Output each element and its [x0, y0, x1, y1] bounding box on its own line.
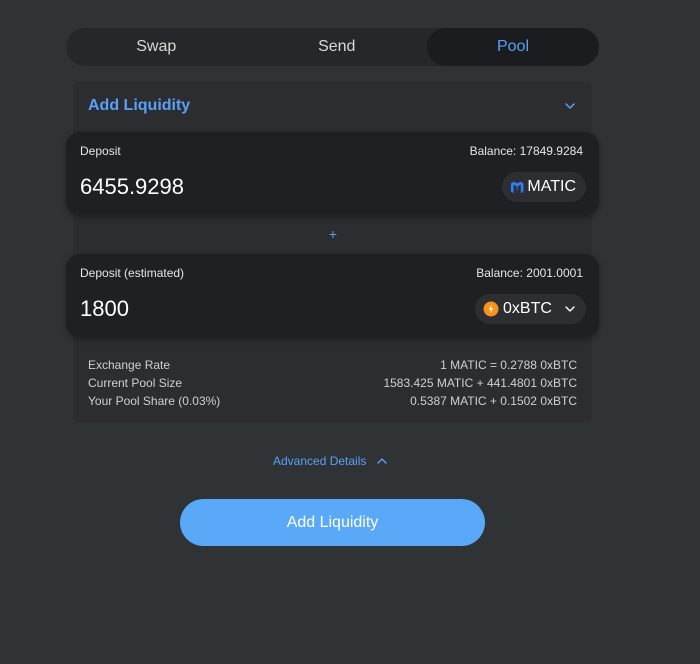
token-symbol-0xbtc: 0xBTC: [503, 300, 552, 317]
tab-swap[interactable]: Swap: [66, 28, 247, 66]
tab-send[interactable]: Send: [247, 28, 428, 66]
info-label: Exchange Rate: [88, 358, 171, 372]
deposit-balance[interactable]: Balance: 17849.9284: [470, 144, 583, 158]
tab-pool[interactable]: Pool: [427, 28, 599, 66]
token-select-matic[interactable]: MATIC: [502, 172, 586, 202]
token-symbol-matic: MATIC: [527, 178, 576, 195]
deposit-estimated-balance[interactable]: Balance: 2001.0001: [476, 266, 583, 280]
token-select-0xbtc[interactable]: 0xBTC: [475, 294, 586, 324]
info-row-exchange-rate: Exchange Rate 1 MATIC = 0.2788 0xBTC: [88, 358, 577, 372]
0xbtc-icon: [483, 301, 499, 317]
panel-title: Add Liquidity: [88, 97, 191, 114]
deposit-card: Deposit Balance: 17849.9284 6455.9298 MA…: [66, 132, 599, 215]
deposit-estimated-amount-input[interactable]: 1800: [80, 296, 129, 322]
info-label: Current Pool Size: [88, 376, 183, 390]
deposit-estimated-card: Deposit (estimated) Balance: 2001.0001 1…: [66, 254, 599, 337]
chevron-up-icon: [377, 458, 388, 464]
deposit-label: Deposit: [80, 144, 121, 158]
plus-icon: +: [328, 226, 338, 242]
chevron-down-icon: [565, 306, 575, 312]
info-value: 1 MATIC = 0.2788 0xBTC: [440, 358, 577, 372]
deposit-amount-input[interactable]: 6455.9298: [80, 174, 184, 200]
info-value: 1583.425 MATIC + 441.4801 0xBTC: [383, 376, 577, 390]
advanced-details-label: Advanced Details: [273, 454, 367, 468]
deposit-estimated-label: Deposit (estimated): [80, 266, 185, 280]
info-row-pool-share: Your Pool Share (0.03%) 0.5387 MATIC + 0…: [88, 394, 577, 408]
chevron-down-icon[interactable]: [564, 100, 576, 112]
matic-icon: [510, 181, 524, 194]
add-liquidity-button[interactable]: Add Liquidity: [180, 499, 485, 546]
tab-bar: Swap Send Pool: [66, 28, 599, 66]
info-row-pool-size: Current Pool Size 1583.425 MATIC + 441.4…: [88, 376, 577, 390]
advanced-details-toggle[interactable]: Advanced Details: [273, 452, 388, 470]
info-value: 0.5387 MATIC + 0.1502 0xBTC: [410, 394, 577, 408]
info-label: Your Pool Share (0.03%): [88, 394, 221, 408]
panel-header[interactable]: Add Liquidity: [73, 81, 592, 131]
